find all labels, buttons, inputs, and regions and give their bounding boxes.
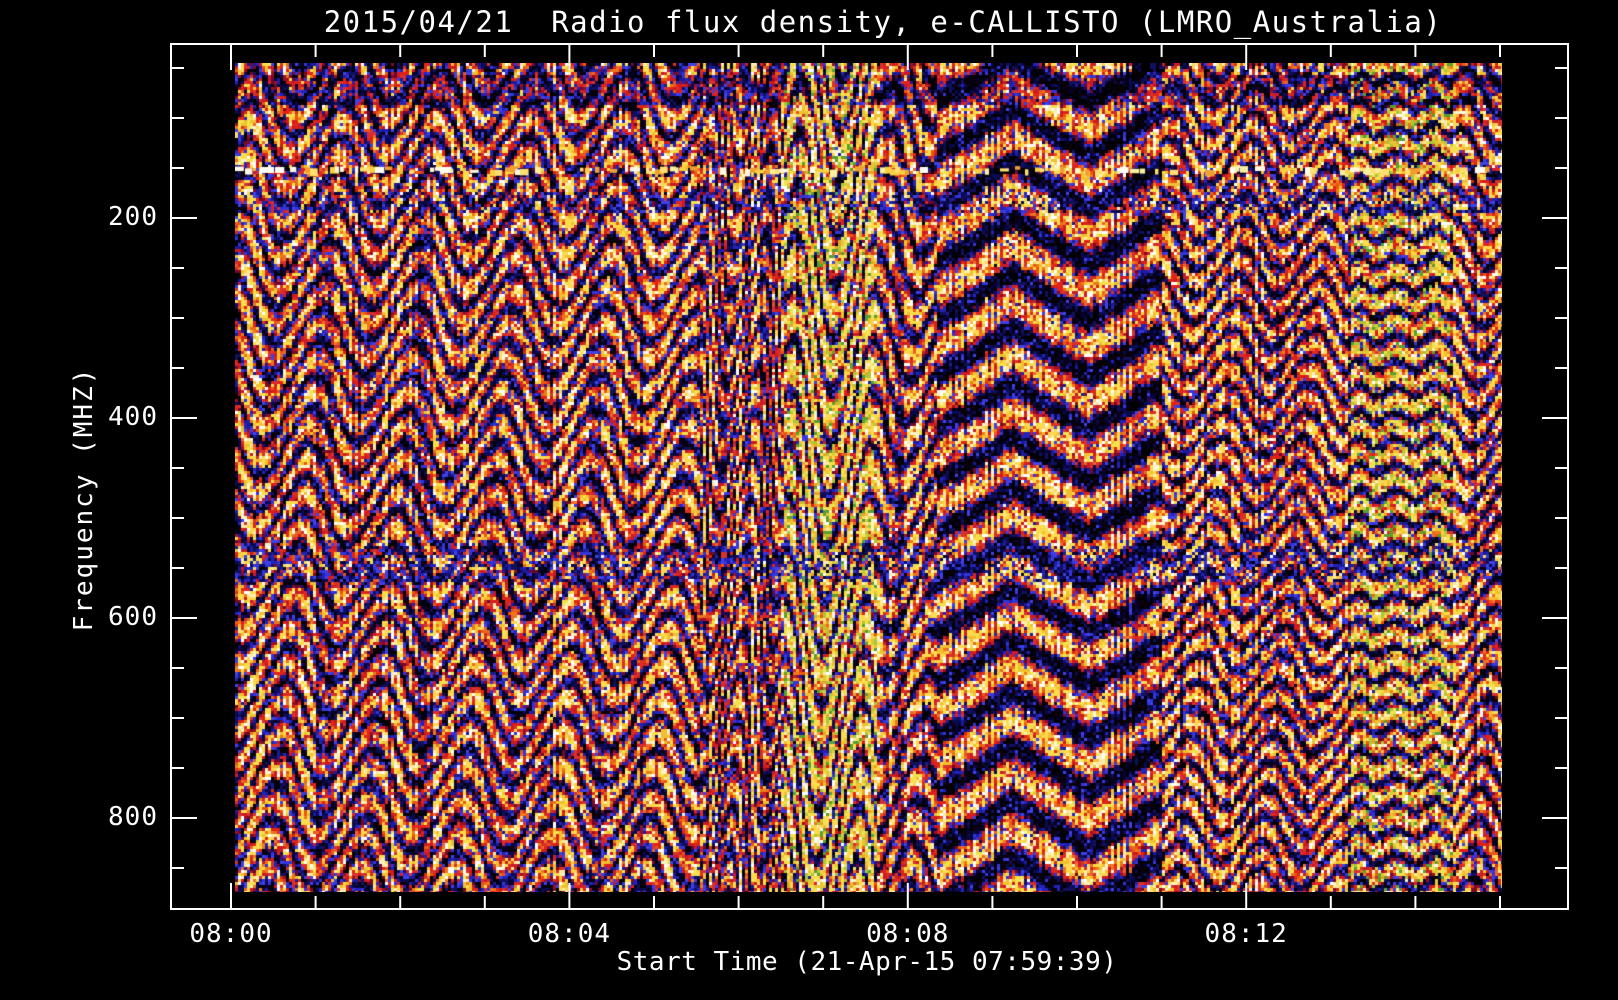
- spectrogram-plot-area: [235, 63, 1502, 892]
- y-axis-title: Frequency (MHZ): [69, 366, 99, 632]
- x-tick-label: 08:04: [527, 919, 612, 949]
- y-tick-label: 200: [108, 201, 158, 232]
- spectrogram-page: 2015/04/21 Radio flux density, e-CALLIST…: [0, 0, 1618, 1000]
- chart-title: 2015/04/21 Radio flux density, e-CALLIST…: [323, 5, 1443, 39]
- x-tick-label: 08:12: [1204, 919, 1288, 949]
- y-tick-label: 600: [108, 601, 158, 632]
- y-tick-label: 800: [108, 801, 158, 832]
- x-tick-label: 08:00: [189, 919, 273, 949]
- x-tick-label: 08:08: [866, 919, 950, 949]
- x-axis-title: Start Time (21-Apr-15 07:59:39): [616, 947, 1118, 977]
- y-tick-label: 400: [108, 401, 158, 432]
